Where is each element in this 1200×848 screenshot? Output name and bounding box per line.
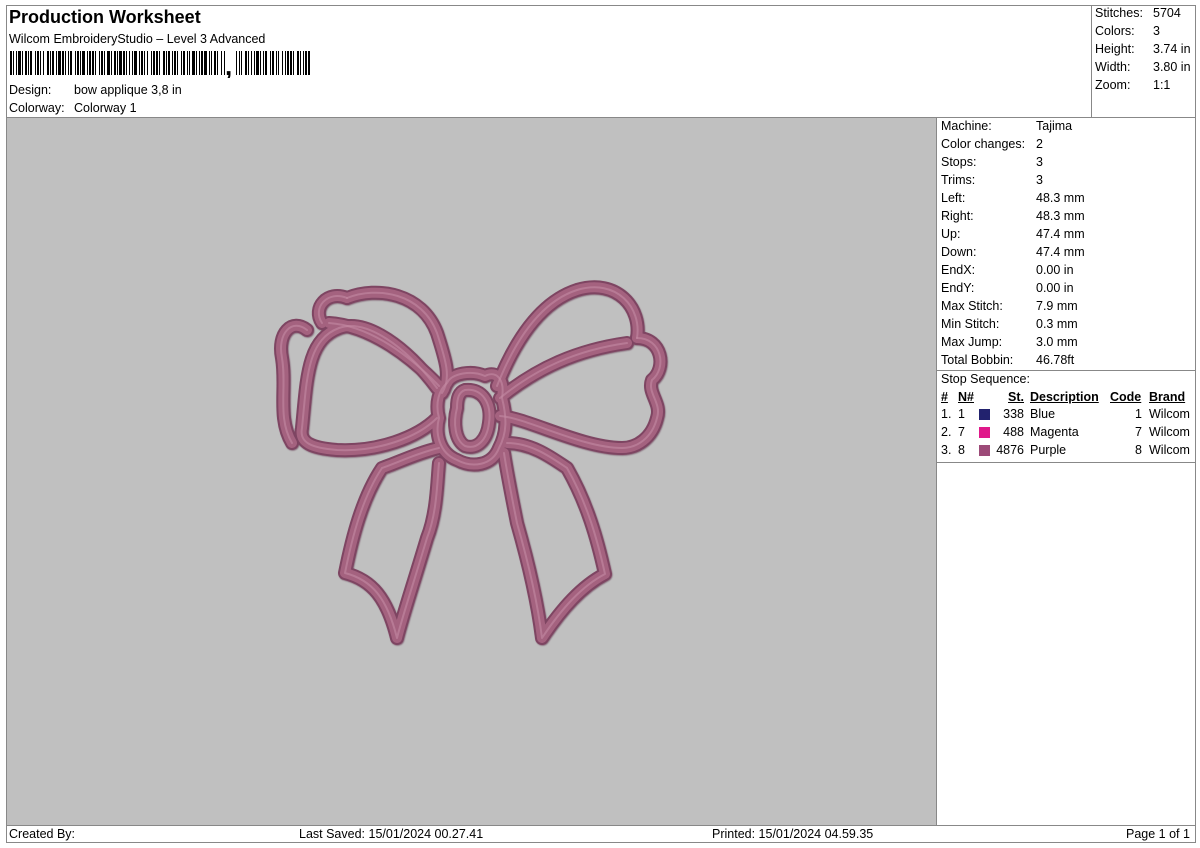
stat-label: Max Stitch: (941, 299, 1003, 313)
design-label: Design: (9, 83, 52, 97)
color-swatch (979, 409, 990, 420)
created-by: Created By: (9, 827, 76, 841)
printed-date: Printed: 15/01/2024 04.59.35 (712, 827, 874, 841)
stitch-count: 488 (1003, 425, 1024, 439)
color-description: Magenta (1030, 425, 1079, 439)
stat-value: 47.4 mm (1036, 245, 1085, 259)
barcode: , (10, 51, 310, 78)
page-number: Page 1 of 1 (1126, 827, 1190, 841)
stat-value: 0.00 in (1036, 263, 1074, 277)
col-header-description: Description (1030, 390, 1099, 404)
stat-value: 48.3 mm (1036, 191, 1085, 205)
color-swatch (979, 427, 990, 438)
stat-value: 0.3 mm (1036, 317, 1078, 331)
stat-value: 2 (1036, 137, 1043, 151)
stat-value: 48.3 mm (1036, 209, 1085, 223)
stat-label: Right: (941, 209, 974, 223)
color-code: 7 (1135, 425, 1142, 439)
stat-value: Tajima (1036, 119, 1073, 133)
colorway-value: Colorway 1 (74, 101, 137, 115)
stat-label: Max Jump: (941, 335, 1003, 349)
page-title: Production Worksheet (9, 7, 201, 27)
color-code: 8 (1135, 443, 1142, 457)
stat-label: Color changes: (941, 137, 1026, 151)
stat-value: 46.78ft (1036, 353, 1075, 367)
svg-text:,: , (225, 51, 232, 78)
stat-label: Total Bobbin: (941, 353, 1014, 367)
divider (1091, 5, 1092, 118)
stat-label: Machine: (941, 119, 992, 133)
row-number: 3. (941, 443, 952, 457)
col-header-num: # (941, 390, 948, 404)
stat-label: Up: (941, 227, 961, 241)
stat-label: Stops: (941, 155, 977, 169)
stat-value: 3.0 mm (1036, 335, 1078, 349)
color-swatch (979, 445, 990, 456)
summary-value: 3.80 in (1153, 60, 1191, 74)
stat-label: Left: (941, 191, 966, 205)
row-number: 1. (941, 407, 952, 421)
colorway-label: Colorway: (9, 101, 65, 115)
col-header-needle: N# (958, 390, 974, 404)
stat-label: Down: (941, 245, 977, 259)
summary-value: 3.74 in (1153, 42, 1191, 56)
needle-number: 7 (958, 425, 965, 439)
color-description: Blue (1030, 407, 1056, 421)
design-value: bow applique 3,8 in (74, 83, 182, 97)
bow-stitch-path (296, 321, 442, 456)
stat-value: 47.4 mm (1036, 227, 1085, 241)
bow-embroidery-image (274, 280, 668, 645)
stop-sequence-title: Stop Sequence: (941, 372, 1030, 386)
col-header-code: Code (1110, 390, 1142, 404)
stat-value: 3 (1036, 173, 1043, 187)
stat-value: 0.00 in (1036, 281, 1074, 295)
thread-brand: Wilcom (1149, 443, 1190, 457)
divider (936, 370, 1196, 371)
summary-value: 5704 (1153, 6, 1181, 20)
divider (936, 462, 1196, 463)
color-code: 1 (1135, 407, 1142, 421)
bow-stitch-path (492, 282, 643, 391)
stat-value: 3 (1036, 155, 1043, 169)
divider (6, 825, 1196, 826)
col-header-brand: Brand (1149, 390, 1186, 404)
needle-number: 8 (958, 443, 965, 457)
needle-number: 1 (958, 407, 965, 421)
stat-label: Trims: (941, 173, 976, 187)
summary-label: Width: (1095, 60, 1131, 74)
summary-label: Colors: (1095, 24, 1135, 38)
divider (936, 117, 937, 826)
stitch-count: 338 (1003, 407, 1024, 421)
thread-brand: Wilcom (1149, 407, 1190, 421)
design-preview (7, 118, 936, 825)
stat-label: EndX: (941, 263, 976, 277)
summary-label: Stitches: (1095, 6, 1143, 20)
last-saved: Last Saved: 15/01/2024 00.27.41 (299, 827, 484, 841)
software-name: Wilcom EmbroideryStudio – Level 3 Advanc… (9, 32, 266, 46)
stat-label: Min Stitch: (941, 317, 1000, 331)
color-description: Purple (1030, 443, 1067, 457)
stitch-count: 4876 (996, 443, 1024, 457)
stat-label: EndY: (941, 281, 975, 295)
thread-brand: Wilcom (1149, 425, 1190, 439)
row-number: 2. (941, 425, 952, 439)
summary-value: 3 (1153, 24, 1160, 38)
stat-value: 7.9 mm (1036, 299, 1078, 313)
summary-label: Zoom: (1095, 78, 1131, 92)
summary-value: 1:1 (1153, 78, 1171, 92)
summary-label: Height: (1095, 42, 1135, 56)
col-header-stitches: St. (1008, 390, 1024, 404)
